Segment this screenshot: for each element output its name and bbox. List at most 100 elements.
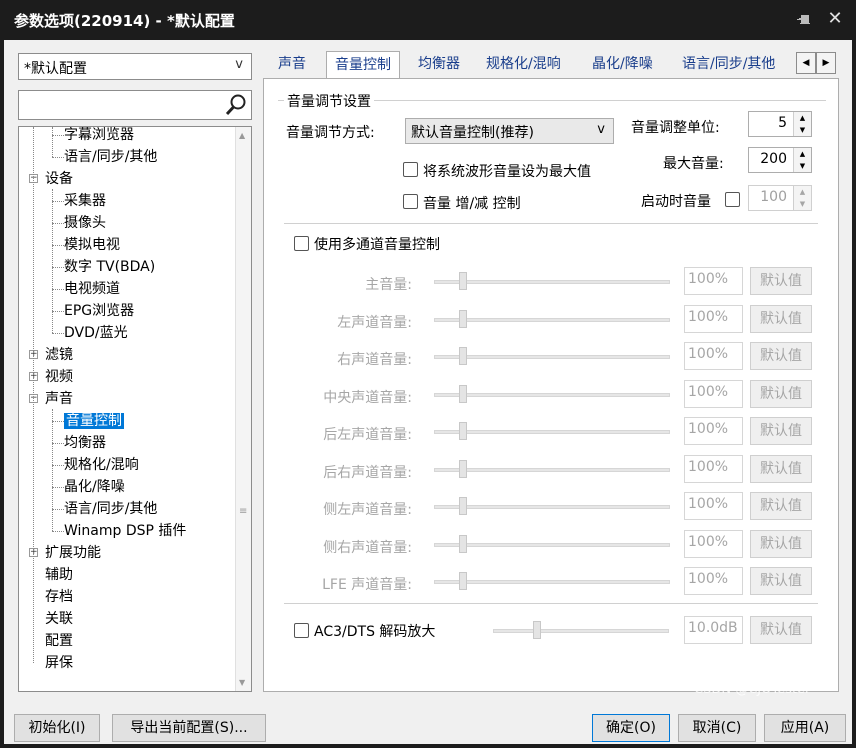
tree-item[interactable]: 晶化/降噪 <box>64 476 125 498</box>
channel-slider-track[interactable] <box>434 317 670 322</box>
stepper-down-icon[interactable]: ▼ <box>794 124 811 136</box>
channel-slider-track[interactable] <box>434 542 670 547</box>
tab-equalizer[interactable]: 均衡器 <box>410 51 468 79</box>
incdec-checkbox[interactable] <box>403 194 418 209</box>
ok-button[interactable]: 确定(O) <box>592 714 670 742</box>
startup-volume-checkbox[interactable] <box>725 192 740 207</box>
channel-default-button[interactable]: 默认值 <box>750 492 812 520</box>
profile-dropdown[interactable]: *默认配置 v <box>18 53 252 80</box>
tab-scroll-right-icon[interactable]: ▶ <box>816 52 836 74</box>
tree-item[interactable]: 电视频道 <box>64 278 120 300</box>
channel-slider-track[interactable] <box>434 392 670 397</box>
tree-item[interactable]: 模拟电视 <box>64 234 120 256</box>
channel-slider-thumb[interactable] <box>459 572 467 590</box>
tree-item[interactable]: 声音 <box>45 388 73 410</box>
scroll-down-icon[interactable]: ▼ <box>239 678 245 687</box>
channel-default-button[interactable]: 默认值 <box>750 454 812 483</box>
channel-slider-thumb[interactable] <box>459 309 467 328</box>
tree-item-label: DVD/蓝光 <box>64 325 128 341</box>
stepper-up-icon[interactable]: ▲ <box>794 186 811 198</box>
tree-item[interactable]: 字幕浏览器 <box>64 127 134 146</box>
tree-item[interactable]: 滤镜 <box>45 344 73 366</box>
apply-button[interactable]: 应用(A) <box>764 714 846 742</box>
tree-item[interactable]: 音量控制 <box>64 410 124 432</box>
stepper-down-icon[interactable]: ▼ <box>794 160 811 172</box>
channel-slider-track[interactable] <box>434 580 670 584</box>
ac3-dts-checkbox[interactable] <box>294 623 309 638</box>
channel-default-button[interactable]: 默认值 <box>750 567 812 595</box>
tree-item[interactable]: 设备 <box>45 168 73 190</box>
stepper-up-icon[interactable]: ▲ <box>794 112 811 124</box>
wave-max-checkbox[interactable] <box>403 162 418 177</box>
channel-slider-track[interactable] <box>434 355 670 359</box>
tree-item[interactable]: 屏保 <box>45 652 73 674</box>
channel-slider-thumb[interactable] <box>459 459 467 478</box>
channel-default-button[interactable]: 默认值 <box>750 342 812 370</box>
tree-item[interactable]: 视频 <box>45 366 73 388</box>
tab-volume-control[interactable]: 音量控制 <box>326 51 400 80</box>
tree-item[interactable]: 配置 <box>45 630 73 652</box>
channel-label: LFE 声道音量: <box>322 577 412 593</box>
max-volume-stepper[interactable]: 200 ▲ ▼ <box>748 147 812 173</box>
channel-default-button[interactable]: 默认值 <box>750 304 812 333</box>
tab-normalize-reverb[interactable]: 规格化/混响 <box>478 51 569 79</box>
tree-scrollbar[interactable]: ▲ ≡ ▼ <box>235 127 251 691</box>
tree-item[interactable]: 规格化/混响 <box>64 454 139 476</box>
tree-item[interactable]: 辅助 <box>45 564 73 586</box>
scroll-grip-icon[interactable]: ≡ <box>239 507 247 517</box>
volume-unit-stepper[interactable]: 5 ▲ ▼ <box>748 111 812 137</box>
separator <box>284 223 818 224</box>
channel-default-button[interactable]: 默认值 <box>750 529 812 558</box>
channel-slider-thumb[interactable] <box>459 534 467 553</box>
tree-item[interactable]: EPG浏览器 <box>64 300 134 322</box>
channel-slider-thumb[interactable] <box>459 347 467 365</box>
title-bar[interactable]: 参数选项(220914) - *默认配置 ✕ <box>0 0 856 40</box>
channel-slider-track[interactable] <box>434 430 670 434</box>
ac3-default-button[interactable]: 默认值 <box>750 616 812 644</box>
tree-item[interactable]: 采集器 <box>64 190 106 212</box>
channel-default-button[interactable]: 默认值 <box>750 267 812 295</box>
ac3-slider-track[interactable] <box>493 629 669 633</box>
channel-slider-thumb[interactable] <box>459 384 467 403</box>
channel-slider-track[interactable] <box>434 505 670 509</box>
tree-item[interactable]: 关联 <box>45 608 73 630</box>
tree-item[interactable]: 扩展功能 <box>45 542 101 564</box>
tab-strip: 声音 音量控制 均衡器 规格化/混响 晶化/降噪 语言/同步/其他 <box>264 51 814 80</box>
channel-default-button[interactable]: 默认值 <box>750 417 812 445</box>
tree-item[interactable]: 均衡器 <box>64 432 106 454</box>
startup-volume-stepper[interactable]: 100 ▲ ▼ <box>748 185 812 211</box>
ac3-slider-thumb[interactable] <box>533 621 541 639</box>
channel-slider-thumb[interactable] <box>459 422 467 440</box>
tree-item[interactable]: 存档 <box>45 586 73 608</box>
export-config-button[interactable]: 导出当前配置(S)... <box>112 714 266 742</box>
tab-scroll-left-icon[interactable]: ◀ <box>796 52 816 74</box>
tab-sound[interactable]: 声音 <box>270 51 314 79</box>
stepper-down-icon[interactable]: ▼ <box>794 198 811 210</box>
volume-mode-dropdown[interactable]: 默认音量控制(推荐) v <box>405 118 614 144</box>
cancel-button[interactable]: 取消(C) <box>678 714 756 742</box>
channel-slider-thumb[interactable] <box>459 272 467 290</box>
multichannel-checkbox[interactable] <box>294 236 309 251</box>
channel-slider-track[interactable] <box>434 467 670 472</box>
channel-default-button[interactable]: 默认值 <box>750 379 812 408</box>
tree-item[interactable]: Winamp DSP 插件 <box>64 520 186 542</box>
stepper-up-icon[interactable]: ▲ <box>794 148 811 160</box>
tree-item[interactable]: 数字 TV(BDA) <box>64 256 155 278</box>
settings-tree[interactable]: ▲ ≡ ▼ 字幕浏览器 语言/同步/其他 设备 − 采集器 摄像头 模拟电视 数字 TV(BD… <box>18 126 252 692</box>
channel-slider-track[interactable] <box>434 280 670 284</box>
tree-connector <box>52 443 64 444</box>
tree-item[interactable]: 语言/同步/其他 <box>64 498 157 520</box>
init-button[interactable]: 初始化(I) <box>14 714 100 742</box>
tree-item[interactable]: 摄像头 <box>64 212 106 234</box>
channel-slider-thumb[interactable] <box>459 497 467 515</box>
tab-language-sync[interactable]: 语言/同步/其他 <box>674 51 783 79</box>
scroll-up-icon[interactable]: ▲ <box>239 131 245 140</box>
tree-item[interactable]: 语言/同步/其他 <box>64 146 157 168</box>
search-icon[interactable] <box>224 93 248 117</box>
pin-icon[interactable] <box>796 12 812 28</box>
tree-item[interactable]: DVD/蓝光 <box>64 322 128 344</box>
close-icon[interactable]: ✕ <box>826 10 844 28</box>
channel-label: 中央声道音量: <box>323 389 412 406</box>
search-input[interactable] <box>18 90 252 120</box>
tab-crystal-denoise[interactable]: 晶化/降噪 <box>584 51 661 79</box>
